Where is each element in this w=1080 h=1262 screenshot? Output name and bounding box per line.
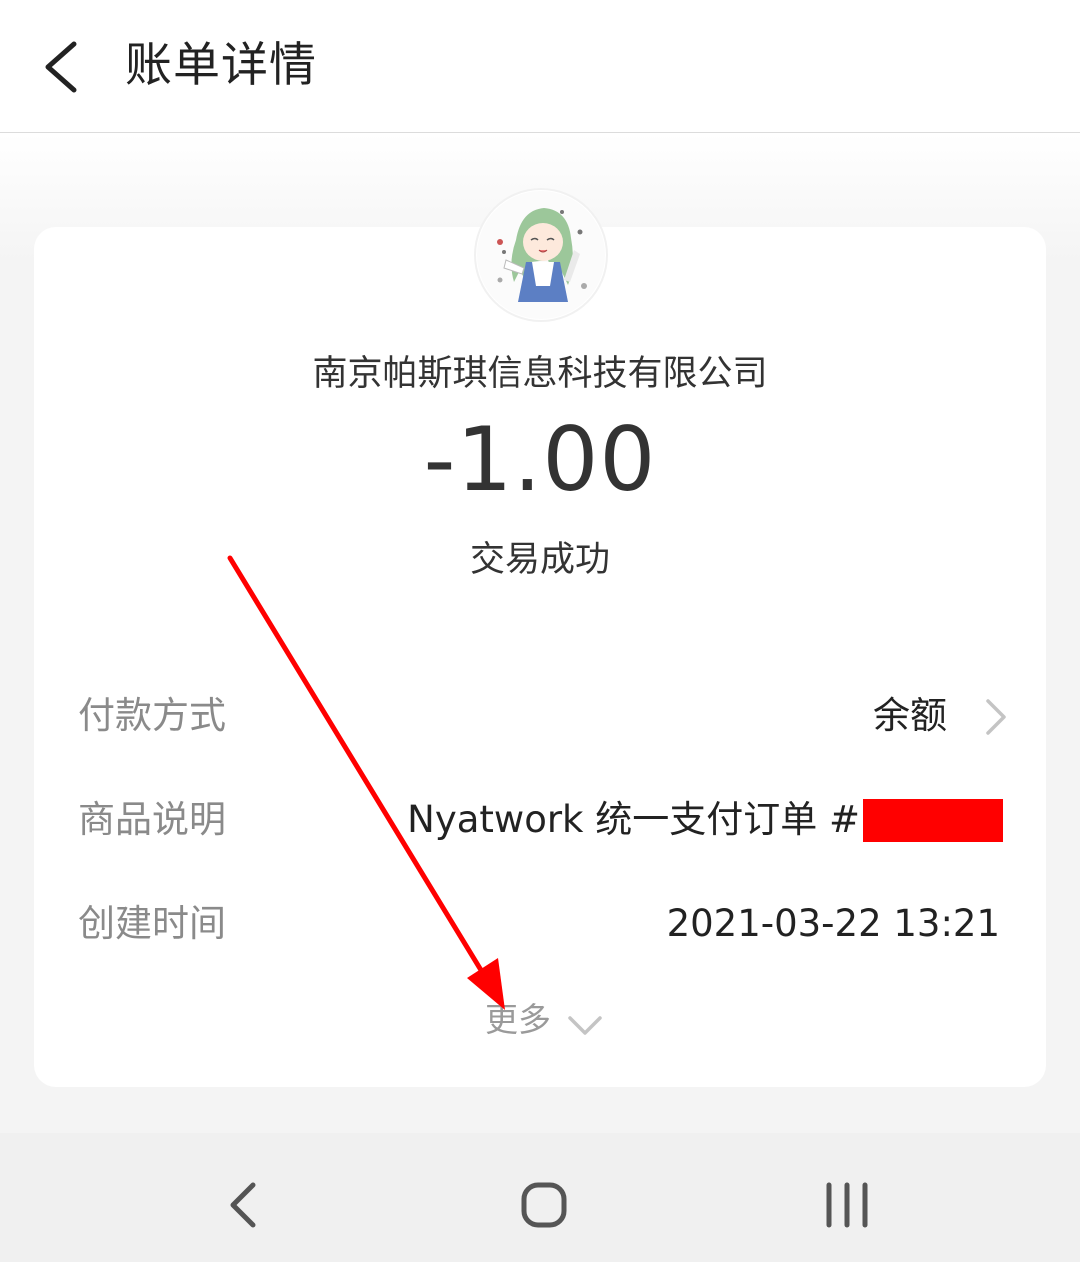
redaction-box	[863, 799, 1003, 842]
payment-method-value[interactable]: 余额	[873, 690, 947, 742]
created-time-value: 2021-03-22 13:21	[666, 902, 1000, 945]
nav-back-icon	[230, 1182, 256, 1228]
product-description-label: 商品说明	[78, 798, 226, 841]
merchant-avatar	[476, 190, 606, 320]
nav-back-button[interactable]	[203, 1163, 283, 1243]
nav-recents-button[interactable]	[807, 1163, 887, 1243]
product-description-value: Nyatwork 统一支付订单 #	[407, 798, 860, 841]
chevron-right-icon[interactable]	[980, 697, 1010, 737]
app-header: 账单详情	[0, 0, 1080, 133]
nav-recents-icon	[826, 1182, 868, 1228]
transaction-status: 交易成功	[469, 540, 610, 580]
transaction-amount: -1.00	[423, 408, 657, 511]
nav-home-button[interactable]	[504, 1163, 584, 1243]
payment-method-label: 付款方式	[78, 694, 226, 737]
merchant-name: 南京帕斯琪信息科技有限公司	[312, 354, 768, 394]
chevron-left-icon	[45, 41, 77, 93]
nav-home-icon	[521, 1182, 567, 1228]
chevron-down-icon[interactable]	[566, 1012, 604, 1038]
page-title: 账单详情	[125, 38, 317, 93]
back-button[interactable]	[30, 32, 100, 102]
created-time-label: 创建时间	[78, 902, 226, 945]
system-navbar	[0, 1133, 1080, 1262]
more-button[interactable]: 更多	[485, 996, 551, 1044]
